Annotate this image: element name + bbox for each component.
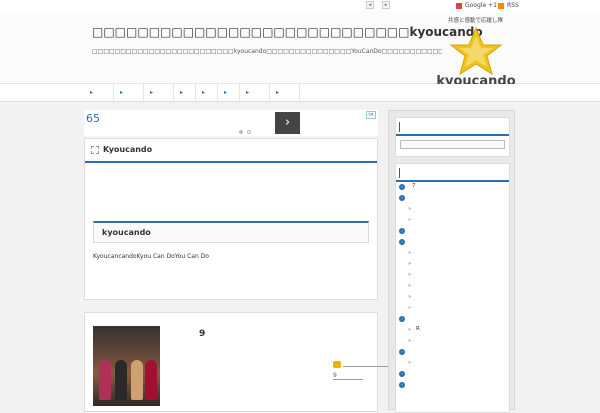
sidebar: › 7 ›»» › ›»»»»»» ›» R» ›» › › [388, 110, 515, 413]
ad-info-badge[interactable]: i✕ [366, 111, 376, 119]
sub-marker-icon: » [408, 338, 412, 344]
post-link[interactable]: 9 [333, 372, 363, 380]
ad-pager-dots [239, 130, 251, 134]
sidebar-item-label: R [416, 326, 420, 332]
ad-next-arrow-button[interactable]: › [275, 112, 300, 134]
sub-marker-icon: » [408, 294, 412, 300]
bullet-icon: › [399, 316, 405, 322]
sidebar-search-input[interactable] [400, 140, 505, 149]
sidebar-list-item[interactable]: › [396, 347, 509, 358]
bullet-icon: › [399, 371, 405, 377]
sub-marker-icon: » [408, 305, 412, 311]
rss-link[interactable]: RSS [498, 2, 519, 9]
sidebar-list-item[interactable]: › [396, 193, 509, 204]
widget-title: Kyoucando [103, 145, 153, 154]
sidebar-sub-item[interactable]: » [396, 292, 509, 303]
ad-number[interactable]: 65 [86, 112, 100, 125]
header-marker [399, 168, 400, 178]
thumbnail-figure [99, 360, 111, 400]
header-marker [399, 122, 400, 132]
sub-marker-icon: » [408, 250, 412, 256]
main-nav: ▸ ▸ ▸ ▸ ▸ ▸ ▸ ▸ [0, 84, 600, 102]
sidebar-sub-item[interactable]: » [396, 270, 509, 281]
post-card: 9 9 [84, 312, 393, 412]
thumbnail-figure [115, 360, 127, 400]
bullet-icon: › [399, 184, 405, 190]
sidebar-list-item[interactable]: › [396, 314, 509, 325]
sidebar-list-item[interactable]: › [396, 380, 509, 391]
nav-item-1[interactable]: ▸ [84, 84, 114, 102]
sidebar-list-item[interactable]: › 7 [396, 182, 509, 193]
nav-item-6[interactable]: ▸ [218, 84, 240, 102]
pager-dot-active[interactable] [239, 130, 243, 134]
nav-item-7[interactable]: ▸ [240, 84, 270, 102]
sidebar-sub-item[interactable]: » [396, 336, 509, 347]
next-arrow-button[interactable]: ▸ [382, 1, 390, 9]
sub-marker-icon: » [408, 217, 412, 223]
nav-item-5[interactable]: ▸ [196, 84, 218, 102]
nav-item-2[interactable]: ▸ [114, 84, 144, 102]
bullet-icon: › [399, 349, 405, 355]
sidebar-list-item[interactable]: › [396, 237, 509, 248]
rss-icon [498, 2, 504, 9]
nav-item-4[interactable]: ▸ [174, 84, 196, 102]
inner-box-title: kyoucando [102, 228, 151, 237]
rss-label: RSS [507, 2, 519, 9]
site-description: □□□□□□□□□□□□□□□□□□□□□□□□□kyoucando□□□□□□… [92, 48, 442, 55]
kyoucando-widget: Kyoucando kyoucando KyoucancandoKyou Can… [84, 138, 378, 300]
google-plus-link[interactable]: Google +1 [456, 2, 497, 9]
site-header: □□□□□□□□□□□□□□□□□□□□□□□□□□□□kyoucando □□… [0, 12, 600, 89]
header-tagline: 共感と感動で応援し隊 [448, 18, 504, 24]
prev-arrow-button[interactable]: ◂ [366, 1, 374, 9]
thumbnail-figure [145, 360, 157, 400]
google-plus-icon [456, 2, 462, 9]
sidebar-sub-item[interactable]: » [396, 215, 509, 226]
sub-marker-icon: » [408, 206, 412, 212]
sidebar-sub-item[interactable]: » [396, 204, 509, 215]
bullet-icon: › [399, 382, 405, 388]
post-title[interactable]: 9 [199, 329, 205, 339]
ad-banner[interactable]: 65 i✕ › [84, 110, 378, 136]
sub-marker-icon: » [408, 283, 412, 289]
widget-icon [91, 146, 99, 154]
nav-item-8[interactable]: ▸ [270, 84, 300, 102]
sidebar-list-item[interactable]: › [396, 369, 509, 380]
site-title[interactable]: □□□□□□□□□□□□□□□□□□□□□□□□□□□□kyoucando [92, 25, 483, 39]
sub-marker-icon: » [408, 360, 412, 366]
sidebar-widget-header [396, 164, 509, 182]
divider [343, 366, 393, 367]
marker-icon [333, 361, 341, 368]
bullet-icon: › [399, 195, 405, 201]
top-bar: ◂ ▸ Google +1 RSS [0, 0, 600, 12]
sub-marker-icon: » [408, 261, 412, 267]
widget-header: Kyoucando [85, 139, 377, 163]
bullet-icon: › [399, 239, 405, 245]
sidebar-sub-item[interactable]: » [396, 281, 509, 292]
sidebar-list-widget: › 7 ›»» › ›»»»»»» ›» R» ›» › › [395, 163, 510, 413]
sidebar-sub-item[interactable]: » [396, 259, 509, 270]
post-thumbnail[interactable] [93, 326, 160, 406]
pager-dot[interactable] [247, 130, 251, 134]
sidebar-list: › 7 ›»» › ›»»»»»» ›» R» ›» › › [396, 182, 509, 391]
sidebar-search-widget [395, 117, 510, 157]
sidebar-sub-item[interactable]: » [396, 248, 509, 259]
sidebar-sub-item[interactable]: » R [396, 325, 509, 336]
sidebar-sub-item[interactable]: » [396, 303, 509, 314]
thumbnail-figure [131, 360, 143, 400]
sub-marker-icon: » [408, 327, 412, 333]
google-plus-label: Google +1 [465, 2, 497, 9]
sidebar-list-item[interactable]: › [396, 226, 509, 237]
sidebar-item-label: 7 [412, 183, 416, 189]
bullet-icon: › [399, 228, 405, 234]
sidebar-widget-header [396, 118, 509, 136]
widget-text: KyoucancandoKyou Can DoYou Can Do [93, 253, 209, 260]
main-content: 65 i✕ › Kyoucando kyoucando Kyoucancando… [84, 110, 378, 300]
sub-marker-icon: » [408, 272, 412, 278]
sidebar-sub-item[interactable]: » [396, 358, 509, 369]
inner-box: kyoucando [93, 221, 369, 243]
nav-item-3[interactable]: ▸ [144, 84, 174, 102]
